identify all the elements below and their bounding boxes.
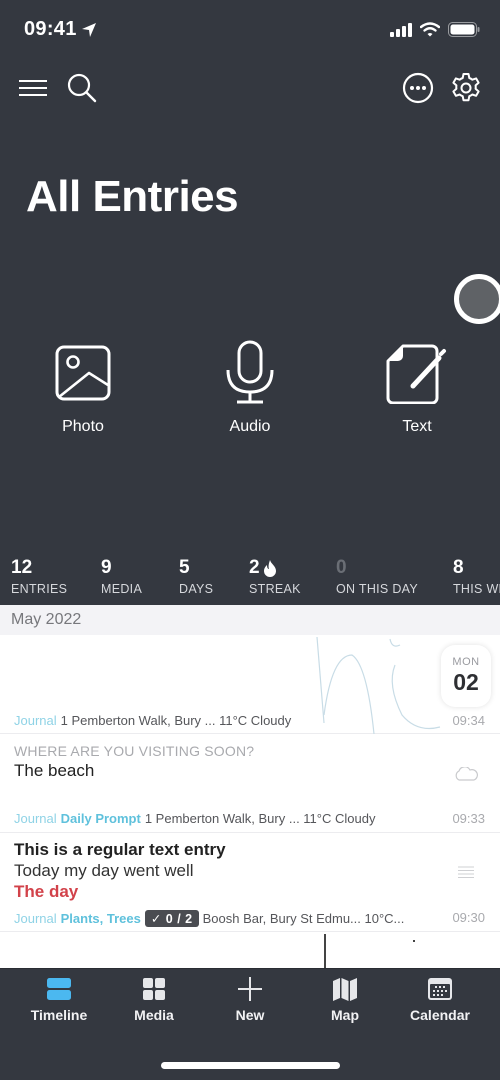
location-arrow-icon bbox=[81, 22, 96, 37]
entry-meta: Journal Plants, Trees ✓ 0 / 2 Boosh Bar,… bbox=[14, 910, 404, 927]
page-title: All Entries bbox=[26, 172, 239, 221]
scroll-indicator-handle[interactable] bbox=[454, 274, 500, 324]
stat-value: 5 bbox=[179, 557, 190, 578]
entry-body-line: Today my day went well bbox=[14, 861, 194, 880]
stat-label: THIS WEEK bbox=[453, 582, 500, 596]
clock: 09:41 bbox=[24, 18, 77, 40]
entry-location-weather: Boosh Bar, Bury St Edmu... 10°C... bbox=[202, 911, 405, 926]
entry-time: 09:30 bbox=[452, 910, 485, 925]
stat-value: 2 bbox=[249, 557, 260, 578]
stat-streak[interactable]: 2 STREAK bbox=[249, 555, 301, 596]
tab-media[interactable]: Media bbox=[104, 977, 204, 1023]
cellular-signal-icon bbox=[390, 22, 412, 37]
entry-time: 09:34 bbox=[452, 713, 485, 728]
text-document-icon bbox=[386, 344, 446, 404]
entry-title: This is a regular text entry bbox=[14, 840, 226, 859]
search-button[interactable] bbox=[62, 66, 102, 110]
prompt-question: WHERE ARE YOU VISITING SOON? bbox=[14, 743, 255, 759]
entry-meta: Journal 1 Pemberton Walk, Bury ... 11°C … bbox=[14, 713, 291, 728]
stat-label: MEDIA bbox=[101, 582, 143, 596]
entry-partial[interactable] bbox=[0, 932, 500, 968]
stat-value-row: 2 bbox=[249, 555, 301, 581]
stat-value: 0 bbox=[336, 557, 347, 578]
entry-highlight-text: The day bbox=[14, 882, 79, 901]
cloud-icon bbox=[455, 767, 478, 781]
stat-media[interactable]: 9 MEDIA bbox=[101, 555, 142, 596]
text-lines-icon bbox=[458, 866, 474, 878]
stat-label: DAYS bbox=[179, 582, 214, 596]
stat-days[interactable]: 5 DAYS bbox=[179, 555, 213, 596]
month-header: May 2022 bbox=[0, 605, 500, 635]
stat-value: 8 bbox=[453, 557, 464, 578]
stat-label: STREAK bbox=[249, 582, 301, 596]
more-button[interactable] bbox=[398, 66, 438, 110]
entry-location-weather: 1 Pemberton Walk, Bury ... 11°C Cloudy bbox=[60, 713, 292, 728]
calendar-icon bbox=[428, 978, 452, 1000]
search-icon bbox=[67, 73, 97, 103]
timeline-list[interactable]: May 2022 MON 02 Journal 1 Pemberton Walk… bbox=[0, 605, 500, 968]
date-badge-day: 02 bbox=[453, 669, 479, 695]
entry-text[interactable]: This is a regular text entry Today my da… bbox=[0, 833, 500, 932]
stat-on-this-day[interactable]: 0 ON THIS DAY bbox=[336, 555, 418, 596]
tab-new[interactable]: New bbox=[200, 977, 300, 1023]
toolbar bbox=[0, 66, 500, 110]
entry-drawing[interactable]: MON 02 Journal 1 Pemberton Walk, Bury ..… bbox=[0, 635, 500, 734]
prompt-answer: The beach bbox=[14, 761, 95, 780]
quick-action-label: Photo bbox=[62, 418, 104, 435]
quick-action-label: Audio bbox=[229, 418, 271, 435]
tab-timeline[interactable]: Timeline bbox=[9, 977, 109, 1023]
tab-calendar[interactable]: Calendar bbox=[390, 977, 490, 1023]
flame-icon bbox=[263, 559, 276, 577]
timeline-icon bbox=[47, 978, 71, 1000]
tab-label: Timeline bbox=[30, 1007, 88, 1023]
stat-label: ON THIS DAY bbox=[336, 582, 419, 596]
entry-tags[interactable]: Daily Prompt bbox=[61, 811, 141, 826]
checklist-progress-badge: ✓ 0 / 2 bbox=[144, 910, 199, 927]
menu-button[interactable] bbox=[13, 66, 53, 110]
stats-bar[interactable]: 12 ENTRIES 9 MEDIA 5 DAYS 2 STREAK 0 ON … bbox=[0, 555, 500, 605]
wifi-icon bbox=[420, 22, 440, 37]
journal-name[interactable]: Journal bbox=[14, 811, 57, 826]
stat-entries[interactable]: 12 ENTRIES bbox=[11, 555, 67, 596]
tab-label: Media bbox=[134, 1007, 174, 1023]
date-badge-weekday: MON bbox=[452, 656, 480, 668]
microphone-icon bbox=[226, 340, 274, 404]
settings-button[interactable] bbox=[446, 66, 486, 110]
entry-meta: Journal Daily Prompt 1 Pemberton Walk, B… bbox=[14, 811, 375, 826]
tab-map[interactable]: Map bbox=[295, 977, 395, 1023]
entry-location-weather: 1 Pemberton Walk, Bury ... 11°C Cloudy bbox=[144, 811, 376, 826]
photo-icon bbox=[55, 345, 111, 401]
more-icon bbox=[402, 72, 434, 104]
status-time: 09:41 bbox=[24, 18, 97, 41]
tab-label: New bbox=[235, 1007, 265, 1023]
map-icon bbox=[333, 978, 357, 1001]
tab-label: Calendar bbox=[410, 1007, 470, 1023]
tab-label: Map bbox=[331, 1007, 359, 1023]
home-indicator[interactable] bbox=[161, 1062, 340, 1069]
entry-tags[interactable]: Plants, Trees bbox=[61, 911, 141, 926]
stat-label: ENTRIES bbox=[11, 582, 68, 596]
plus-icon bbox=[238, 977, 262, 1001]
drawing-thumbnail bbox=[316, 636, 441, 734]
quick-action-photo[interactable]: Photo bbox=[23, 340, 143, 436]
menu-icon bbox=[19, 80, 47, 96]
date-badge: MON 02 bbox=[441, 645, 491, 707]
quick-action-text[interactable]: Text bbox=[357, 340, 477, 436]
status-bar: 09:41 bbox=[0, 0, 500, 60]
entry-preview-line bbox=[324, 934, 326, 968]
grid-icon bbox=[143, 978, 165, 1000]
journal-name[interactable]: Journal bbox=[14, 911, 57, 926]
quick-action-audio[interactable]: Audio bbox=[190, 340, 310, 436]
stat-this-week[interactable]: 8 THIS WEEK bbox=[453, 555, 500, 596]
entry-preview-dot bbox=[413, 940, 415, 942]
stat-value: 9 bbox=[101, 557, 112, 578]
battery-icon bbox=[448, 22, 480, 37]
stat-value: 12 bbox=[11, 557, 33, 578]
journal-name[interactable]: Journal bbox=[14, 713, 57, 728]
quick-action-label: Text bbox=[402, 418, 432, 435]
entry-prompt[interactable]: WHERE ARE YOU VISITING SOON? The beach J… bbox=[0, 734, 500, 833]
entry-time: 09:33 bbox=[452, 811, 485, 826]
gear-icon bbox=[452, 73, 480, 102]
